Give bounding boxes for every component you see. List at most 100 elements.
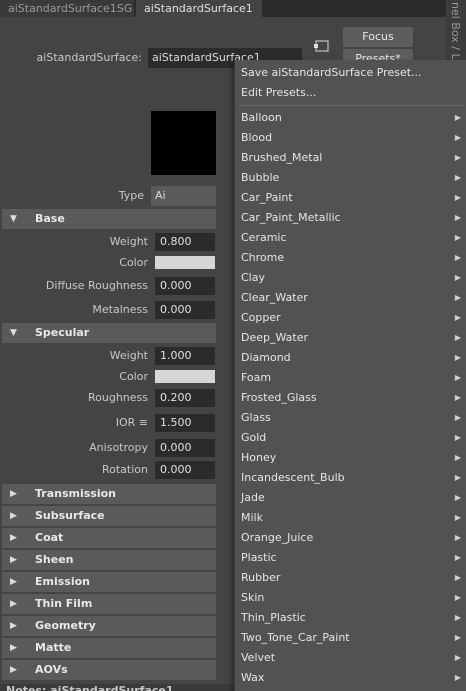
menu-item-preset[interactable]: Jade ▶	[235, 488, 466, 508]
menu-item-label: Chrome	[241, 251, 285, 264]
type-dropdown[interactable]: Ai Standard	[151, 186, 216, 222]
tab-aistandardsurface1sg[interactable]: aiStandardSurface1SG	[0, 0, 134, 17]
submenu-arrow-icon: ▶	[454, 553, 461, 562]
section-matte[interactable]: ▶ Matte	[2, 638, 216, 658]
anisotropy-field[interactable]: 0.000	[155, 439, 215, 457]
menu-item-preset[interactable]: Chrome ▶	[235, 248, 466, 268]
submenu-arrow-icon: ▶	[454, 293, 461, 302]
submenu-arrow-icon: ▶	[454, 233, 461, 242]
submenu-arrow-icon: ▶	[454, 353, 461, 362]
menu-item-preset[interactable]: Diamond ▶	[235, 348, 466, 368]
submenu-arrow-icon: ▶	[454, 193, 461, 202]
menu-item-preset[interactable]: Car_Paint ▶	[235, 188, 466, 208]
menu-item-label: Wax	[241, 671, 265, 684]
expand-triangle-icon: ▶	[10, 489, 17, 499]
rotation-field[interactable]: 0.000	[155, 461, 215, 479]
menu-item-save-preset[interactable]: Save aiStandardSurface Preset...	[235, 63, 466, 83]
tab-bar: aiStandardSurface1SG aiStandardSurface1	[0, 0, 466, 17]
section-sheen[interactable]: ▶ Sheen	[2, 550, 216, 570]
menu-item-preset[interactable]: Foam ▶	[235, 368, 466, 388]
specular-weight-field[interactable]: 1.000	[155, 347, 215, 365]
shader-icon[interactable]	[313, 38, 331, 54]
menu-item-label: Brushed_Metal	[241, 151, 323, 164]
specular-color-label: Color	[119, 370, 148, 383]
diffuse-roughness-field[interactable]: 0.000	[155, 277, 215, 295]
side-panel-label[interactable]: nel Box / La	[449, 2, 462, 66]
menu-item-preset[interactable]: Car_Paint_Metallic ▶	[235, 208, 466, 228]
section-coat[interactable]: ▶ Coat	[2, 528, 216, 548]
submenu-arrow-icon: ▶	[454, 393, 461, 402]
section-geometry[interactable]: ▶ Geometry	[2, 616, 216, 636]
menu-item-label: Clear_Water	[241, 291, 308, 304]
menu-item-preset[interactable]: Glass ▶	[235, 408, 466, 428]
menu-item-preset[interactable]: Frosted_Glass ▶	[235, 388, 466, 408]
menu-item-preset[interactable]: Two_Tone_Car_Paint ▶	[235, 628, 466, 648]
specular-color-swatch[interactable]	[155, 370, 215, 383]
menu-item-label: Jade	[241, 491, 265, 504]
menu-item-preset[interactable]: Honey ▶	[235, 448, 466, 468]
menu-item-preset[interactable]: Skin ▶	[235, 588, 466, 608]
menu-item-label: Car_Paint	[241, 191, 293, 204]
submenu-arrow-icon: ▶	[454, 593, 461, 602]
expand-triangle-icon: ▶	[10, 511, 17, 521]
section-base[interactable]: ▼ Base	[2, 209, 216, 229]
menu-item-preset[interactable]: Brushed_Metal ▶	[235, 148, 466, 168]
menu-item-preset[interactable]: Balloon ▶	[235, 108, 466, 128]
menu-item-preset[interactable]: Wax ▶	[235, 668, 466, 688]
submenu-arrow-icon: ▶	[454, 273, 461, 282]
menu-item-label: Orange_Juice	[241, 531, 314, 544]
base-weight-field[interactable]: 0.800	[155, 233, 215, 251]
menu-item-preset[interactable]: Bubble ▶	[235, 168, 466, 188]
submenu-arrow-icon: ▶	[454, 613, 461, 622]
section-specular[interactable]: ▼ Specular	[2, 323, 216, 343]
menu-item-preset[interactable]: Copper ▶	[235, 308, 466, 328]
menu-separator	[239, 105, 463, 106]
ior-field[interactable]: 1.500	[155, 414, 215, 432]
collapse-triangle-icon: ▼	[10, 214, 17, 224]
menu-item-preset[interactable]: Orange_Juice ▶	[235, 528, 466, 548]
submenu-arrow-icon: ▶	[454, 573, 461, 582]
menu-item-preset[interactable]: Deep_Water ▶	[235, 328, 466, 348]
submenu-arrow-icon: ▶	[454, 413, 461, 422]
presets-menu: Save aiStandardSurface Preset... Edit Pr…	[234, 60, 466, 691]
menu-item-preset[interactable]: Velvet ▶	[235, 648, 466, 668]
menu-item-label: Milk	[241, 511, 263, 524]
base-color-label: Color	[119, 256, 148, 269]
focus-button[interactable]: Focus	[343, 27, 413, 47]
section-title: Coat	[35, 531, 64, 544]
menu-item-preset[interactable]: Blood ▶	[235, 128, 466, 148]
expand-triangle-icon: ▶	[10, 599, 17, 609]
menu-item-edit-presets[interactable]: Edit Presets...	[235, 83, 466, 103]
menu-item-preset[interactable]: Incandescent_Bulb ▶	[235, 468, 466, 488]
section-subsurface[interactable]: ▶ Subsurface	[2, 506, 216, 526]
submenu-arrow-icon: ▶	[454, 313, 461, 322]
expand-triangle-icon: ▶	[10, 577, 17, 587]
submenu-arrow-icon: ▶	[454, 513, 461, 522]
menu-item-preset[interactable]: Plastic ▶	[235, 548, 466, 568]
roughness-label: Roughness	[87, 391, 148, 404]
menu-item-preset[interactable]: Thin_Plastic ▶	[235, 608, 466, 628]
metalness-field[interactable]: 0.000	[155, 301, 215, 319]
menu-item-preset[interactable]: Ceramic ▶	[235, 228, 466, 248]
menu-item-label: Plastic	[241, 551, 277, 564]
section-transmission[interactable]: ▶ Transmission	[2, 484, 216, 504]
roughness-field[interactable]: 0.200	[155, 389, 215, 407]
menu-item-preset[interactable]: Milk ▶	[235, 508, 466, 528]
menu-item-label: Honey	[241, 451, 277, 464]
submenu-arrow-icon: ▶	[454, 153, 461, 162]
base-color-swatch[interactable]	[155, 256, 215, 269]
submenu-arrow-icon: ▶	[454, 113, 461, 122]
menu-item-preset[interactable]: Clear_Water ▶	[235, 288, 466, 308]
ior-label: IOR ≡	[115, 416, 148, 429]
anisotropy-label: Anisotropy	[89, 441, 148, 454]
tab-aistandardsurface1[interactable]: aiStandardSurface1	[136, 0, 262, 17]
section-title: Geometry	[35, 619, 96, 632]
menu-item-preset[interactable]: Clay ▶	[235, 268, 466, 288]
expand-triangle-icon: ▶	[10, 533, 17, 543]
section-aovs[interactable]: ▶ AOVs	[2, 660, 216, 680]
menu-item-preset[interactable]: Rubber ▶	[235, 568, 466, 588]
submenu-arrow-icon: ▶	[454, 533, 461, 542]
menu-item-preset[interactable]: Gold ▶	[235, 428, 466, 448]
section-emission[interactable]: ▶ Emission	[2, 572, 216, 592]
section-thin-film[interactable]: ▶ Thin Film	[2, 594, 216, 614]
